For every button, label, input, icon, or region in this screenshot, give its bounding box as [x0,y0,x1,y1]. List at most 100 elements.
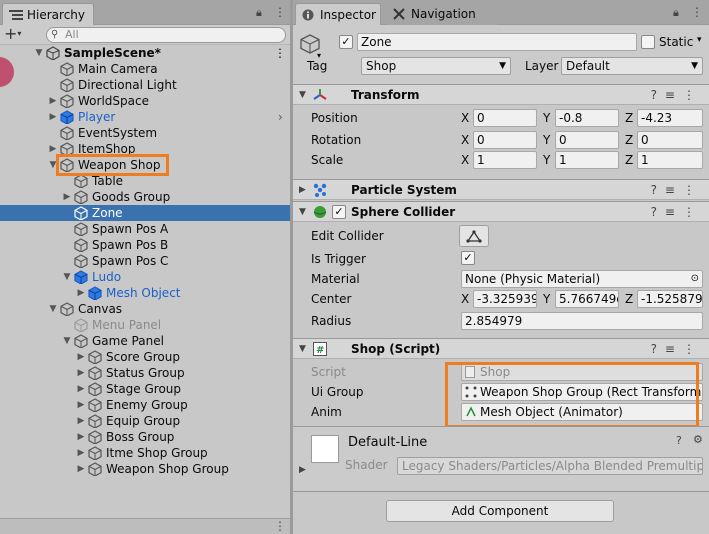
material-field[interactable]: None (Physic Material) ⊙ [461,270,703,288]
tag-dropdown[interactable]: Shop ▼ [361,57,511,75]
sphere-collider-enabled-checkbox[interactable]: ✓ [332,205,346,219]
hierarchy-item-label: Canvas [78,302,123,316]
hierarchy-item-weapon-shop-group[interactable]: ▶ Weapon Shop Group [0,461,290,477]
component-header-icons[interactable]: ?≡⋮ [651,339,703,359]
tab-hierarchy-label: Hierarchy [27,7,86,22]
center-x-field[interactable]: -3.325939 [473,290,537,308]
hierarchy-item-worldspace[interactable]: ▶ WorldSpace [0,93,290,109]
hierarchy-item-ludo[interactable]: ▼ Ludo [0,269,290,285]
tab-inspector[interactable]: Inspector [295,3,381,25]
component-header-icons[interactable]: ?≡⋮ [651,180,703,200]
chevron-right-icon[interactable]: ▶ [76,381,86,397]
active-checkbox[interactable]: ✓ [339,35,353,49]
center-y-field[interactable]: 5.766749e [555,290,619,308]
hierarchy-item-stage-group[interactable]: ▶ Stage Group [0,381,290,397]
chevron-down-icon[interactable]: ▾ [697,35,702,45]
chevron-right-icon[interactable]: ▶ [76,285,86,301]
lock-icon[interactable]: 🔒︎ [256,6,262,20]
hierarchy-item-itme-shop-group[interactable]: ▶ Itme Shop Group [0,445,290,461]
hierarchy-item-goods-group[interactable]: ▶ Goods Group [0,189,290,205]
position-y-field[interactable]: -0.8 [555,109,619,127]
hierarchy-item-spawn-pos-a[interactable]: Spawn Pos A [0,221,290,237]
chevron-down-icon[interactable]: ▼ [48,301,58,317]
chevron-down-icon: ▾ [17,29,22,38]
hierarchy-item-zone[interactable]: Zone [0,205,290,221]
hierarchy-item-enemy-group[interactable]: ▶ Enemy Group [0,397,290,413]
shop-script-header[interactable]: ▼ # Shop (Script) ?≡⋮ [293,338,709,359]
hierarchy-item-status-group[interactable]: ▶ Status Group [0,365,290,381]
chevron-right-icon[interactable]: ▶ [76,365,86,381]
tab-navigation[interactable]: Navigation [387,3,497,25]
particle-system-header[interactable]: ▶ Particle System ?≡⋮ [293,179,709,200]
chevron-down-icon[interactable]: ▼ [299,339,306,359]
hierarchy-item-menu-panel[interactable]: Menu Panel [0,317,290,333]
scale-z-field[interactable]: 1 [637,151,703,169]
chevron-down-icon[interactable]: ▼ [62,333,72,349]
lock-icon[interactable]: 🔒︎ [673,6,679,20]
chevron-right-icon[interactable]: ▶ [76,413,86,429]
position-x-field[interactable]: 0 [473,109,537,127]
object-name-field[interactable]: Zone [357,33,637,51]
component-header-icons[interactable]: ?≡⋮ [651,202,703,222]
is-trigger-checkbox[interactable]: ✓ [461,251,475,265]
chevron-right-icon[interactable]: ▶ [62,189,72,205]
kebab-menu-icon[interactable]: ⋮ [274,5,286,19]
tab-hierarchy[interactable]: Hierarchy [2,3,94,25]
tab-navigation-label: Navigation [411,7,476,21]
chevron-right-icon[interactable]: ▶ [76,429,86,445]
object-picker-icon[interactable]: ⊙ [691,271,699,287]
chevron-right-icon[interactable]: ▶ [48,109,58,125]
chevron-right-icon[interactable]: ▶ [76,349,86,365]
layer-dropdown[interactable]: Default ▼ [561,57,703,75]
chevron-down-icon[interactable]: ▼ [62,269,72,285]
hierarchy-item-mesh-object[interactable]: ▶ Mesh Object [0,285,290,301]
chevron-down-icon[interactable]: ▼ [34,45,44,61]
hierarchy-item-player[interactable]: ▶ Player › [0,109,290,125]
gear-icon[interactable]: ⚙ [693,433,703,446]
shader-dropdown[interactable]: Legacy Shaders/Particles/Alpha Blended P… [397,457,703,475]
chevron-right-icon[interactable]: ▶ [48,93,58,109]
chevron-right-icon[interactable]: ▶ [299,180,306,200]
material-preview-swatch[interactable] [311,435,339,463]
help-icon[interactable]: ? [676,434,682,447]
hierarchy-item-canvas[interactable]: ▼ Canvas [0,301,290,317]
scale-x-field[interactable]: 1 [473,151,537,169]
add-button[interactable]: +▾ [4,25,21,43]
rotation-x-field[interactable]: 0 [473,131,537,149]
center-z-field[interactable]: -1.525879e [637,290,703,308]
hierarchy-item-eventsystem[interactable]: EventSystem [0,125,290,141]
search-input[interactable]: ⚲ All [46,27,286,43]
hierarchy-item-spawn-pos-c[interactable]: Spawn Pos C [0,253,290,269]
transform-header[interactable]: ▼ Transform ?≡⋮ [293,84,709,105]
rotation-z-field[interactable]: 0 [637,131,703,149]
add-component-button[interactable]: Add Component [386,500,614,522]
rotation-y-field[interactable]: 0 [555,131,619,149]
chevron-right-icon[interactable]: ▶ [299,465,306,475]
radius-field[interactable]: 2.854979 [461,312,703,330]
hierarchy-item-main-camera[interactable]: Main Camera [0,61,290,77]
static-checkbox[interactable] [641,35,655,49]
hierarchy-panel: Hierarchy 🔒︎ ⋮ +▾ ⚲ All ▼ SampleScene* ⋮… [0,0,290,534]
chevron-down-icon[interactable]: ▼ [299,202,306,222]
hierarchy-item-directional-light[interactable]: Directional Light [0,77,290,93]
hierarchy-item-equip-group[interactable]: ▶ Equip Group [0,413,290,429]
hierarchy-item-score-group[interactable]: ▶ Score Group [0,349,290,365]
chevron-right-icon[interactable]: ▶ [76,397,86,413]
component-header-icons[interactable]: ?≡⋮ [651,85,703,105]
scene-row[interactable]: ▼ SampleScene* ⋮ [0,45,290,61]
kebab-menu-icon[interactable]: ⋮ [274,45,286,61]
chevron-down-icon[interactable]: ▼ [299,85,306,105]
kebab-menu-icon[interactable]: ⋮ [691,5,703,19]
hierarchy-item-spawn-pos-b[interactable]: Spawn Pos B [0,237,290,253]
hierarchy-item-game-panel[interactable]: ▼ Game Panel [0,333,290,349]
prefab-open-arrow-icon[interactable]: › [278,109,283,125]
position-z-field[interactable]: -4.23 [637,109,703,127]
chevron-right-icon[interactable]: ▶ [76,445,86,461]
kebab-menu-icon[interactable]: ⋮ [274,519,286,533]
chevron-right-icon[interactable]: ▶ [76,461,86,477]
hierarchy-item-boss-group[interactable]: ▶ Boss Group [0,429,290,445]
sphere-collider-header[interactable]: ▼ ✓ Sphere Collider ?≡⋮ [293,201,709,222]
edit-collider-button[interactable] [459,225,489,247]
hierarchy-item-label: Mesh Object [106,286,181,300]
scale-y-field[interactable]: 1 [555,151,619,169]
